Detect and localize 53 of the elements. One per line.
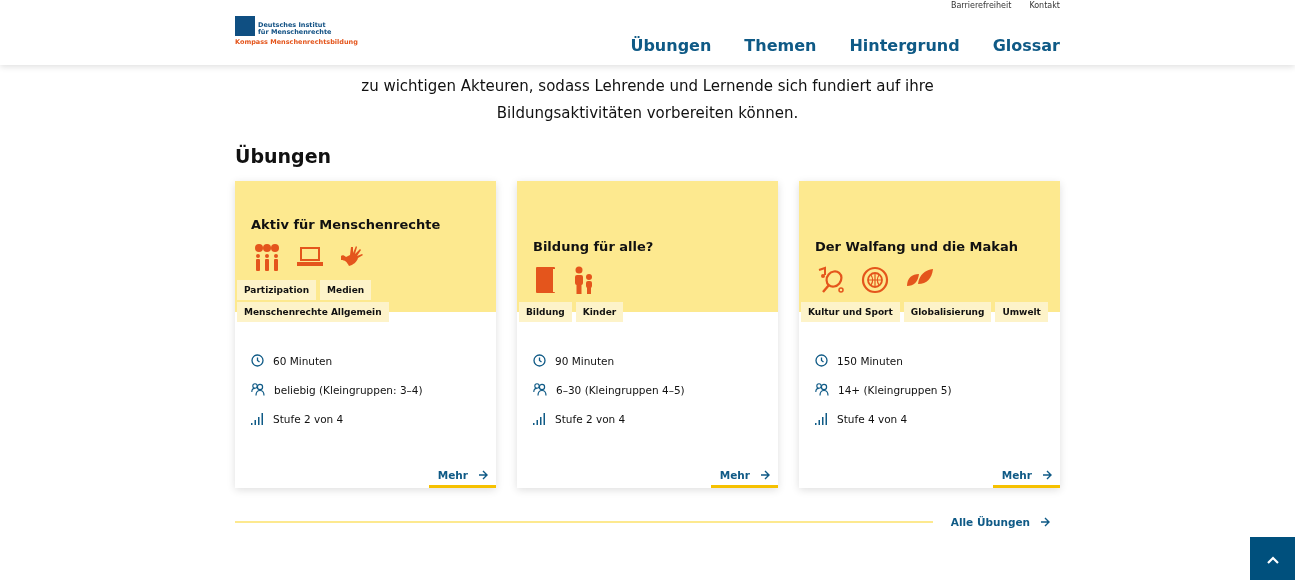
intro-text: Bildungsaktivitäten vorbereiten können. [495, 103, 800, 124]
utility-link[interactable]: Barrierefreiheit [950, 1, 1012, 11]
topic-tag: Umwelt [995, 302, 1048, 322]
card-title: Der Walfang und die Makah [815, 239, 1019, 254]
arrow-right-icon [478, 470, 488, 480]
group-size-text: beliebig (Kleingruppen: 3–4) [274, 383, 423, 396]
group-size-text: 6–30 (Kleingruppen 4–5) [556, 383, 685, 396]
people-icon [815, 383, 829, 396]
group-speech-icon [253, 244, 281, 272]
logo-mark [235, 16, 255, 36]
topic-tag: Kinder [575, 302, 624, 322]
topic-tag: Kultur und Sport [801, 302, 900, 322]
more-link[interactable]: Mehr [710, 469, 778, 488]
all-exercises-link[interactable]: Alle Übungen [950, 516, 1050, 528]
more-link[interactable]: Mehr [992, 469, 1060, 488]
clock-icon [815, 354, 828, 367]
scroll-to-top-button[interactable] [1250, 537, 1295, 580]
laptop-icon [297, 244, 323, 268]
book-icon [535, 266, 557, 294]
difficulty-text: Stufe 2 von 4 [273, 412, 344, 425]
duration-text: 90 Minuten [555, 354, 615, 367]
difficulty-text: Stufe 4 von 4 [837, 412, 908, 425]
duration-text: 60 Minuten [273, 354, 333, 367]
intro-text: zu wichtigen Akteuren, sodass Lehrende und Lernende sich fundiert auf ihre [360, 76, 935, 97]
level-bars-icon [815, 412, 828, 425]
utility-link[interactable]: Kontakt [1029, 1, 1060, 11]
section-heading: Übungen [235, 145, 333, 167]
arrow-right-icon [1042, 470, 1052, 480]
nav-link[interactable]: Übungen [630, 36, 712, 55]
duration-text: 150 Minuten [837, 354, 903, 367]
chevron-up-icon [1265, 554, 1280, 565]
topic-tag: Globalisierung [903, 302, 992, 322]
topic-tag: Bildung [519, 302, 572, 322]
card-title: Aktiv für Menschenrechte [251, 217, 442, 232]
level-bars-icon [533, 412, 546, 425]
nav-link[interactable]: Hintergrund [849, 36, 960, 55]
people-icon [251, 383, 265, 396]
nav-link[interactable]: Themen [744, 36, 817, 55]
people-icon [533, 383, 547, 396]
topic-tag: Partizipation [237, 280, 317, 300]
clock-icon [533, 354, 546, 367]
level-bars-icon [251, 412, 264, 425]
clock-icon [251, 354, 264, 367]
arrow-right-icon [1040, 517, 1050, 527]
group-size-text: 14+ (Kleingruppen 5) [838, 383, 952, 396]
topic-tag: Medien [320, 280, 372, 300]
arrow-right-icon [760, 470, 770, 480]
more-link[interactable]: Mehr [428, 469, 496, 488]
card-title: Bildung für alle? [533, 239, 655, 254]
children-icon [573, 266, 595, 294]
topic-tag: Menschenrechte Allgemein [237, 302, 389, 322]
difficulty-text: Stufe 2 von 4 [555, 412, 626, 425]
nav-link[interactable]: Glossar [992, 36, 1060, 55]
